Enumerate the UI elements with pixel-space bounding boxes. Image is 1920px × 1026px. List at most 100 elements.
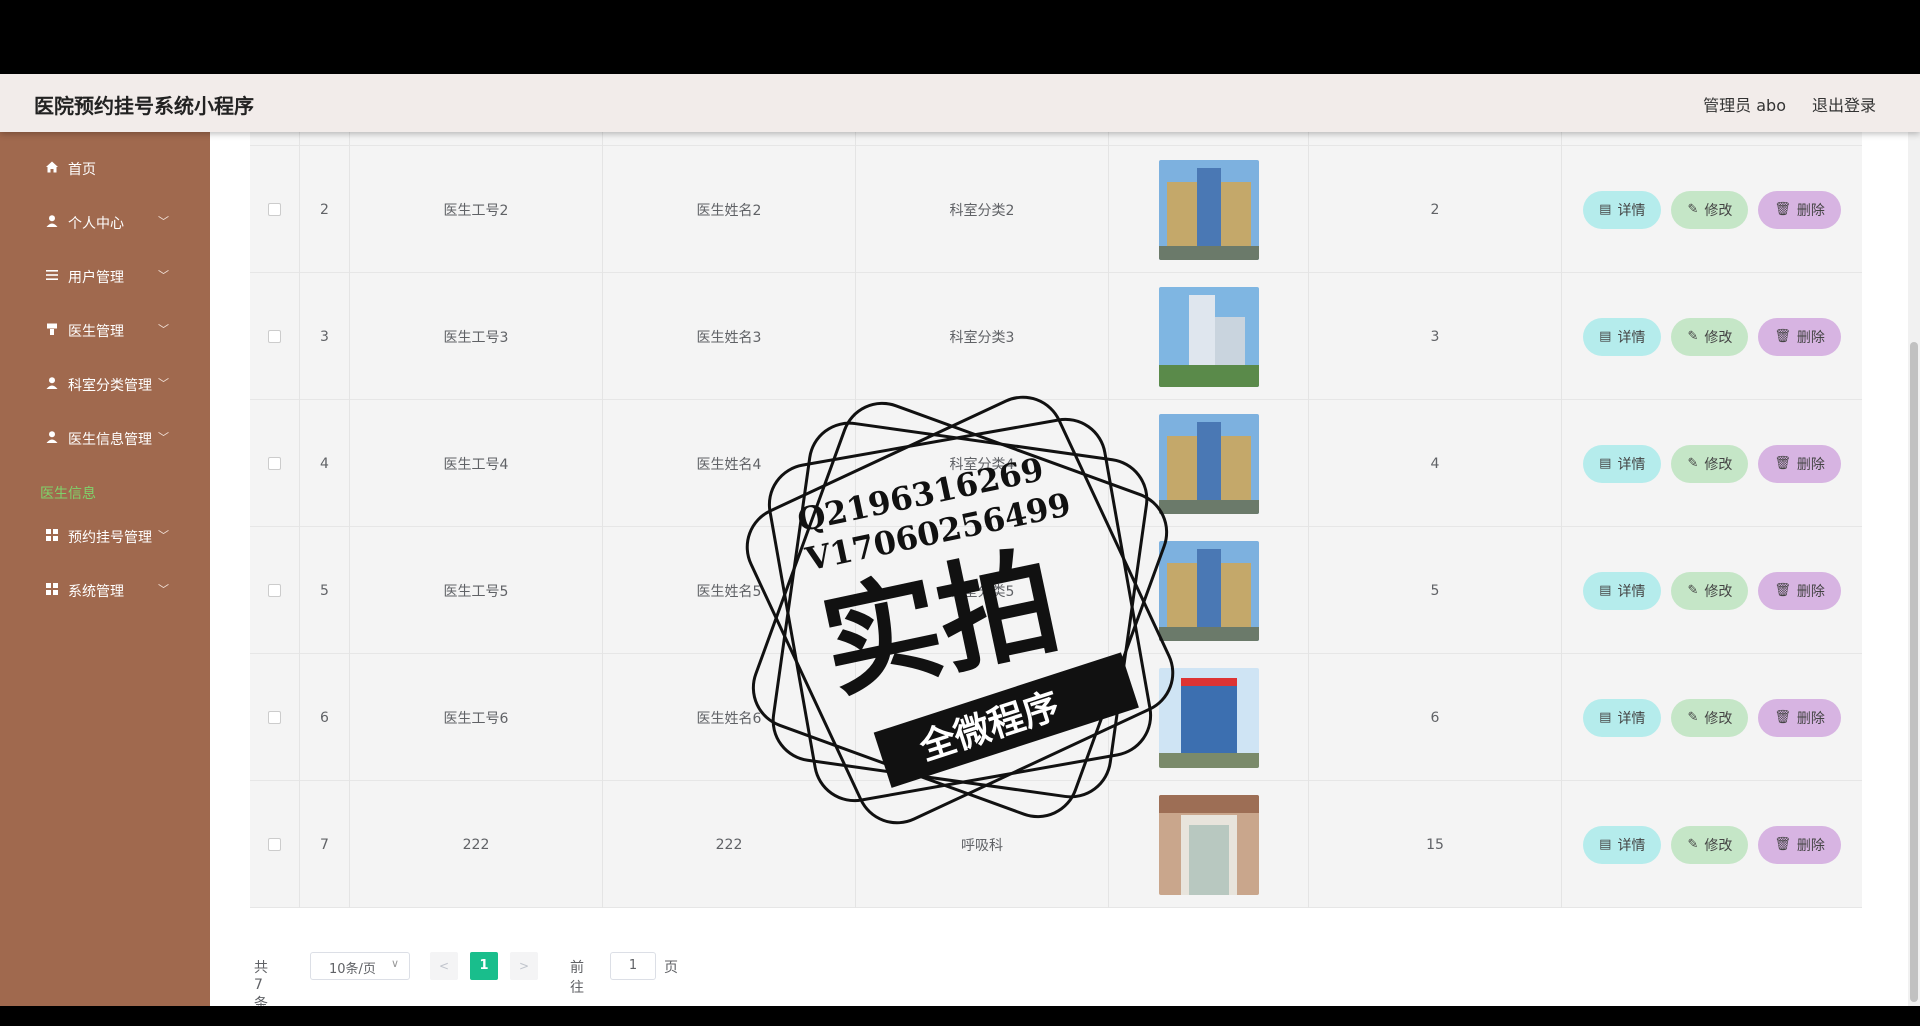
doctor-name: 医生姓名5 [603, 527, 856, 654]
logout-link[interactable]: 退出登录 [1812, 92, 1876, 116]
doctor-photo-thumbnail[interactable] [1158, 413, 1259, 514]
table-row: 3 医生工号3 医生姓名3 科室分类3 3 ▤ 详情 ✎ 修改 🗑 删除 [250, 273, 1862, 400]
delete-button-label: 删除 [1796, 710, 1825, 727]
chevron-down-icon: ﹀ [158, 215, 169, 228]
doctor-name: 医生姓名6 [603, 654, 856, 781]
delete-button[interactable]: 🗑 删除 [1758, 698, 1841, 737]
delete-button-label: 删除 [1796, 456, 1825, 473]
chevron-down-icon: ﹀ [158, 377, 169, 390]
pencil-icon: ✎ [1687, 583, 1699, 598]
chevron-down-icon: ﹀ [158, 583, 169, 596]
sidebar-item-home[interactable]: 首页 [0, 148, 210, 188]
sidebar-item-dept-category[interactable]: 科室分类管理 ﹀ [0, 364, 210, 404]
goto-page-input[interactable]: 1 [610, 952, 656, 980]
main-content: 2 医生工号2 医生姓名2 科室分类2 2 ▤ 详情 ✎ 修改 🗑 删除 3 医生工号3 医生姓名3 科室分… [210, 74, 1920, 1006]
edit-button[interactable]: ✎ 修改 [1671, 698, 1749, 737]
table-row: 5 医生工号5 医生姓名5 科室分类5 5 ▤ 详情 ✎ 修改 🗑 删除 [250, 527, 1862, 654]
edit-button-label: 修改 [1704, 583, 1733, 600]
delete-button-label: 删除 [1796, 329, 1825, 346]
pencil-icon: ✎ [1687, 456, 1699, 471]
doctor-photo-thumbnail[interactable] [1158, 159, 1259, 260]
row-checkbox[interactable] [268, 838, 281, 851]
scrollbar-thumb[interactable] [1910, 342, 1918, 1002]
goto-label: 前往 [570, 960, 584, 996]
row-value: 2 [1309, 146, 1562, 273]
doctor-photo-thumbnail[interactable] [1158, 667, 1259, 768]
detail-button[interactable]: ▤ 详情 [1583, 825, 1662, 864]
video-letterbox-top [0, 0, 1920, 74]
delete-button[interactable]: 🗑 删除 [1758, 444, 1841, 483]
row-checkbox[interactable] [268, 584, 281, 597]
doctor-photo-thumbnail[interactable] [1158, 540, 1259, 641]
row-checkbox[interactable] [268, 457, 281, 470]
edit-button[interactable]: ✎ 修改 [1671, 571, 1749, 610]
sidebar-item-label: 个人中心 [68, 216, 124, 232]
edit-button[interactable]: ✎ 修改 [1671, 444, 1749, 483]
edit-button-label: 修改 [1704, 837, 1733, 854]
edit-button-label: 修改 [1704, 202, 1733, 219]
row-index: 3 [300, 273, 350, 400]
delete-button-label: 删除 [1796, 202, 1825, 219]
sidebar-item-doctor-info[interactable]: 医生信息管理 ﹀ [0, 418, 210, 458]
detail-button[interactable]: ▤ 详情 [1583, 190, 1662, 229]
row-checkbox[interactable] [268, 330, 281, 343]
delete-button[interactable]: 🗑 删除 [1758, 317, 1841, 356]
page-size-select[interactable]: 10条/页 ∨ [310, 952, 410, 980]
page-number-current[interactable]: 1 [470, 952, 498, 980]
sidebar-item-doctors[interactable]: 医生管理 ﹀ [0, 310, 210, 350]
vertical-scrollbar[interactable] [1908, 132, 1920, 1006]
detail-button-label: 详情 [1617, 837, 1646, 854]
row-index: 4 [300, 400, 350, 527]
sidebar-item-profile[interactable]: 个人中心 ﹀ [0, 202, 210, 242]
edit-button[interactable]: ✎ 修改 [1671, 825, 1749, 864]
detail-button[interactable]: ▤ 详情 [1583, 444, 1662, 483]
document-icon: ▤ [1599, 710, 1612, 725]
doctor-photo-thumbnail[interactable] [1158, 794, 1259, 895]
delete-button[interactable]: 🗑 删除 [1758, 571, 1841, 610]
detail-button-label: 详情 [1617, 710, 1646, 727]
app-title: 医院预约挂号系统小程序 [34, 94, 254, 118]
delete-button[interactable]: 🗑 删除 [1758, 190, 1841, 229]
pencil-icon: ✎ [1687, 329, 1699, 344]
trash-icon: 🗑 [1774, 583, 1791, 598]
edit-button-label: 修改 [1704, 710, 1733, 727]
doctor-name: 医生姓名2 [603, 146, 856, 273]
sidebar-item-appointments[interactable]: 预约挂号管理 ﹀ [0, 516, 210, 556]
sidebar-item-users[interactable]: 用户管理 ﹀ [0, 256, 210, 296]
detail-button[interactable]: ▤ 详情 [1583, 571, 1662, 610]
row-checkbox[interactable] [268, 203, 281, 216]
document-icon: ▤ [1599, 202, 1612, 217]
chevron-down-icon: ﹀ [158, 431, 169, 444]
department-category: 科室分类3 [856, 273, 1109, 400]
row-checkbox[interactable] [268, 711, 281, 724]
grid-icon [46, 529, 58, 541]
user-icon [46, 377, 58, 389]
row-index: 2 [300, 146, 350, 273]
row-value: 3 [1309, 273, 1562, 400]
delete-button[interactable]: 🗑 删除 [1758, 825, 1841, 864]
sidebar-item-label: 用户管理 [68, 270, 124, 286]
edit-button[interactable]: ✎ 修改 [1671, 317, 1749, 356]
admin-username: 管理员 abo [1703, 96, 1786, 115]
edit-button-label: 修改 [1704, 329, 1733, 346]
sidebar-subitem-doctor-info[interactable]: 医生信息 [40, 483, 96, 503]
document-icon: ▤ [1599, 837, 1612, 852]
prev-page-button[interactable]: < [430, 952, 458, 980]
pencil-icon: ✎ [1687, 837, 1699, 852]
detail-button-label: 详情 [1617, 329, 1646, 346]
doctor-worker-id: 医生工号4 [350, 400, 603, 527]
user-icon [46, 431, 58, 443]
department-category: 科室分类2 [856, 146, 1109, 273]
doctor-photo-thumbnail[interactable] [1158, 286, 1259, 387]
table-row: 4 医生工号4 医生姓名4 科室分类4 4 ▤ 详情 ✎ 修改 🗑 删除 [250, 400, 1862, 527]
detail-button[interactable]: ▤ 详情 [1583, 698, 1662, 737]
sidebar-item-system[interactable]: 系统管理 ﹀ [0, 570, 210, 610]
pagination-total: 共 7 条 [254, 960, 268, 1006]
page-size-value: 10条/页 [329, 962, 376, 977]
detail-button[interactable]: ▤ 详情 [1583, 317, 1662, 356]
next-page-button[interactable]: > [510, 952, 538, 980]
edit-button[interactable]: ✎ 修改 [1671, 190, 1749, 229]
doctor-name: 医生姓名3 [603, 273, 856, 400]
department-category: 科室分类4 [856, 400, 1109, 527]
sidebar-item-label: 医生管理 [68, 324, 124, 340]
